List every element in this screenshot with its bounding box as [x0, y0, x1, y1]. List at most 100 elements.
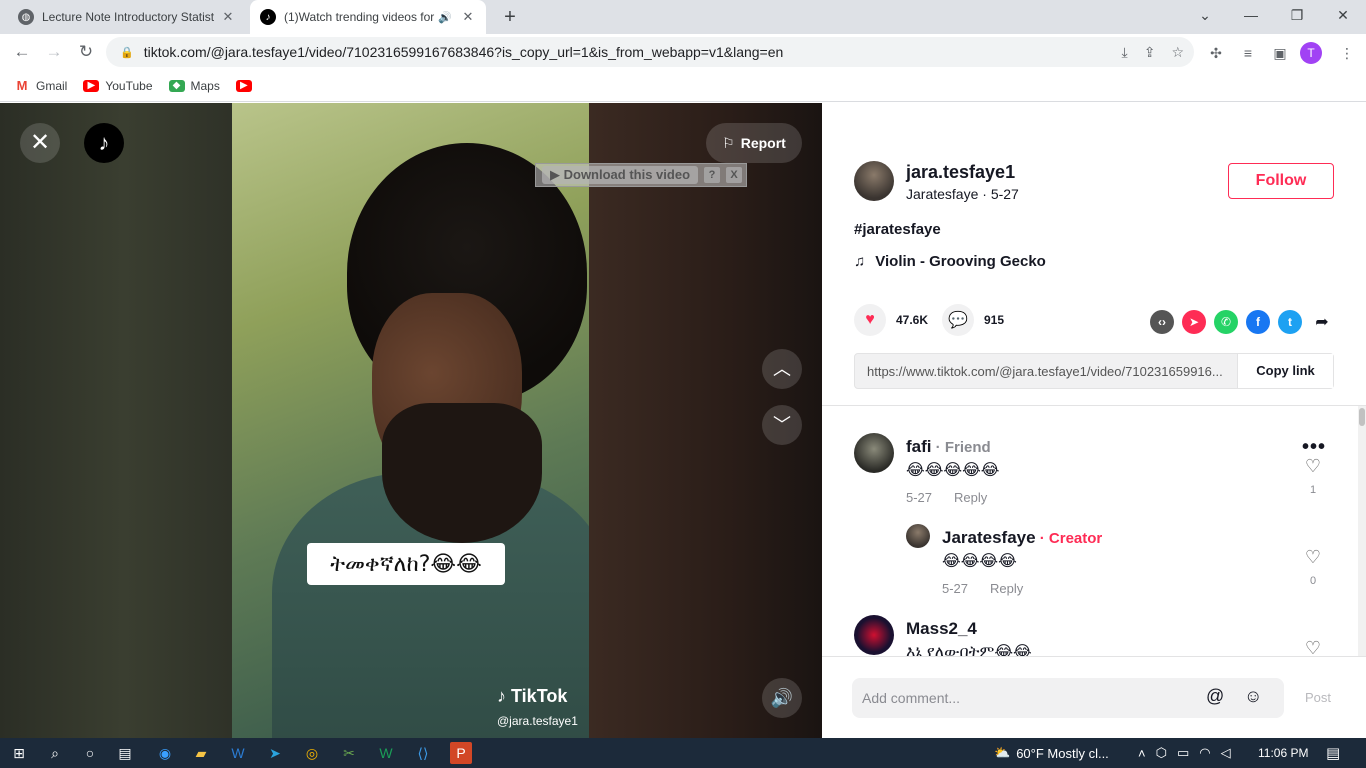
music-link[interactable]: ♫ Violin - Grooving Gecko: [854, 253, 1046, 270]
reply-button[interactable]: Reply: [990, 581, 1023, 596]
telegram-icon[interactable]: ➤: [264, 742, 286, 764]
comment-author-name: fafi: [906, 437, 932, 456]
author-username[interactable]: jara.tesfaye1: [906, 162, 1015, 183]
reply-button[interactable]: Reply: [954, 490, 987, 505]
restore-button[interactable]: ❐: [1274, 0, 1320, 30]
menu-icon[interactable]: ⋮: [1336, 42, 1358, 64]
comment-like-icon[interactable]: ♡: [1302, 456, 1324, 477]
comment-author[interactable]: Jaratesfaye · Creator: [942, 528, 1102, 548]
facebook-icon[interactable]: f: [1246, 310, 1270, 334]
extensions-icon[interactable]: ✣: [1205, 42, 1227, 64]
comment-icon[interactable]: 💬: [942, 304, 974, 336]
author-avatar[interactable]: [854, 161, 894, 201]
embed-icon[interactable]: ‹›: [1150, 310, 1174, 334]
windows-taskbar: ⊞ ⌕ ○ ▤ ◉ ▰ W ➤ ◎ ✂ W ⟨⟩ P ⛅ 60°F Mostly…: [0, 738, 1366, 768]
comment-author-name: Jaratesfaye: [942, 528, 1036, 547]
speaker-icon[interactable]: ◁: [1221, 745, 1231, 761]
bookmark-youtube-2[interactable]: ▶: [235, 79, 252, 92]
windows-start-icon[interactable]: ⊞: [8, 742, 30, 764]
wifi-icon[interactable]: ◠: [1199, 745, 1210, 761]
notifications-icon[interactable]: ▤: [1326, 738, 1340, 768]
search-icon[interactable]: ⌕: [44, 742, 66, 764]
word-icon[interactable]: W: [227, 742, 249, 764]
bookmark-star-icon[interactable]: ☆: [1171, 44, 1184, 61]
download-close-button[interactable]: X: [726, 167, 743, 183]
twitter-icon[interactable]: t: [1278, 310, 1302, 334]
follow-button[interactable]: Follow: [1228, 163, 1334, 199]
emoji-icon[interactable]: ☺: [1244, 686, 1262, 707]
download-video-button[interactable]: ▶ Download this video: [542, 166, 699, 184]
tab-close-icon[interactable]: ✕: [460, 9, 476, 25]
tab-close-icon[interactable]: ✕: [220, 9, 236, 25]
install-icon[interactable]: ⤓: [1122, 44, 1128, 61]
copy-link-button[interactable]: Copy link: [1237, 354, 1333, 388]
tiktok-logo-icon[interactable]: ♪: [84, 123, 124, 163]
battery-icon[interactable]: ▭: [1177, 745, 1189, 761]
post-button[interactable]: Post: [1305, 690, 1331, 705]
send-to-friends-icon[interactable]: ➤: [1182, 310, 1206, 334]
like-stat[interactable]: ♥ 47.6K: [854, 304, 928, 336]
comment-author[interactable]: Mass2_4: [906, 619, 977, 639]
file-explorer-icon[interactable]: ▰: [190, 742, 212, 764]
clock[interactable]: 11:06 PM: [1258, 738, 1308, 768]
side-panel-icon[interactable]: ▣: [1269, 42, 1291, 64]
chevron-down-icon[interactable]: ﹀: [762, 405, 802, 445]
commenter-avatar[interactable]: [906, 524, 930, 548]
volume-icon[interactable]: 🔊: [762, 678, 802, 718]
chevron-up-icon[interactable]: ︿: [762, 349, 802, 389]
forward-button[interactable]: →: [42, 40, 66, 64]
snipping-tool-icon[interactable]: ✂: [338, 742, 360, 764]
mention-icon[interactable]: @: [1206, 686, 1224, 707]
video-player[interactable]: [232, 103, 589, 738]
download-help-button[interactable]: ?: [704, 167, 721, 183]
whatsapp-icon[interactable]: ✆: [1214, 310, 1238, 334]
wps-icon[interactable]: W: [375, 742, 397, 764]
comment-stat[interactable]: 💬 915: [942, 304, 1004, 336]
profile-avatar[interactable]: T: [1300, 42, 1322, 64]
close-window-button[interactable]: ✕: [1320, 0, 1366, 30]
bookmark-maps[interactable]: ◆ Maps: [168, 79, 220, 93]
powerpoint-icon[interactable]: P: [450, 742, 472, 764]
weather-widget[interactable]: ⛅ 60°F Mostly cl...: [994, 738, 1109, 768]
chrome-icon[interactable]: ◎: [301, 742, 323, 764]
comment-like-icon[interactable]: ♡: [1302, 638, 1324, 656]
security-icon[interactable]: ⬡: [1156, 745, 1167, 761]
comment-input[interactable]: Add comment... @ ☺: [852, 678, 1284, 718]
bookmark-gmail[interactable]: M Gmail: [14, 78, 68, 93]
heart-icon[interactable]: ♥: [854, 304, 886, 336]
reload-button[interactable]: ↻: [74, 40, 98, 64]
comment-like-icon[interactable]: ♡: [1302, 547, 1324, 568]
hashtag-link[interactable]: #jaratesfaye: [854, 221, 941, 238]
tab-search-icon[interactable]: ⌄: [1182, 0, 1228, 30]
lock-icon[interactable]: 🔒: [120, 46, 134, 59]
address-bar[interactable]: 🔒 tiktok.com/@jara.tesfaye1/video/710231…: [106, 37, 1194, 67]
tiktok-watermark: ♪ TikTok: [497, 686, 568, 706]
chevron-up-icon[interactable]: ˄: [1138, 746, 1146, 761]
vscode-icon[interactable]: ⟨⟩: [412, 742, 434, 764]
video-stage[interactable]: [0, 103, 822, 738]
report-button[interactable]: ⚐ Report: [706, 123, 802, 163]
close-icon[interactable]: ✕: [20, 123, 60, 163]
comment-placeholder: Add comment...: [862, 690, 961, 706]
bookmark-youtube[interactable]: ▶ YouTube: [83, 79, 153, 93]
share-arrow-icon[interactable]: ➦: [1310, 310, 1334, 334]
download-label: Download this video: [563, 167, 691, 182]
share-icon[interactable]: ⇪: [1144, 44, 1156, 61]
new-tab-button[interactable]: +: [498, 5, 522, 29]
minimize-button[interactable]: —: [1228, 0, 1274, 30]
edge-icon[interactable]: ◉: [154, 742, 176, 764]
cortana-icon[interactable]: ○: [79, 742, 101, 764]
comments-scrollbar[interactable]: [1358, 406, 1366, 656]
reading-list-icon[interactable]: ≡: [1237, 42, 1259, 64]
tab-tiktok[interactable]: ♪ (1)Watch trending videos for 🔊 ✕: [250, 0, 486, 34]
comment-like-count: 1: [1309, 484, 1317, 496]
task-view-icon[interactable]: ▤: [114, 742, 136, 764]
scrollbar-thumb[interactable]: [1359, 408, 1365, 426]
comment-author[interactable]: fafi · Friend: [906, 437, 991, 457]
commenter-avatar[interactable]: [854, 615, 894, 655]
tab-lecture-note[interactable]: ◍ Lecture Note Introductory Statist ✕: [8, 0, 246, 34]
audio-playing-icon[interactable]: 🔊: [438, 11, 452, 24]
back-button[interactable]: ←: [10, 40, 34, 64]
video-link-text[interactable]: https://www.tiktok.com/@jara.tesfaye1/vi…: [855, 364, 1237, 379]
commenter-avatar[interactable]: [854, 433, 894, 473]
